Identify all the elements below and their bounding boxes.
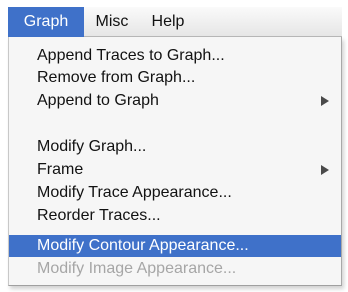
menu-item-reorder-traces[interactable]: Reorder Traces...: [9, 205, 341, 227]
menu-item-modify-contour-appearance[interactable]: Modify Contour Appearance...: [9, 235, 341, 257]
menu-graph[interactable]: Graph: [8, 7, 84, 37]
menu-item-frame[interactable]: Frame: [9, 159, 341, 181]
menu-item-append-traces[interactable]: Append Traces to Graph...: [9, 45, 341, 67]
menu-item-label: Modify Graph...: [37, 138, 147, 155]
graph-dropdown-menu: Append Traces to Graph... Remove from Gr…: [8, 37, 342, 286]
menu-item-modify-image-appearance: Modify Image Appearance...: [9, 258, 341, 280]
menu-help[interactable]: Help: [140, 7, 196, 37]
menu-item-label: Modify Contour Appearance...: [37, 237, 249, 254]
menu-item-label: Remove from Graph...: [37, 69, 196, 86]
menu-item-label: Modify Image Appearance...: [37, 260, 237, 277]
menu-item-modify-graph[interactable]: Modify Graph...: [9, 136, 341, 158]
submenu-arrow-icon: [321, 96, 329, 106]
menu-item-label: Append Traces to Graph...: [37, 47, 225, 64]
menu-misc[interactable]: Misc: [84, 7, 140, 37]
menu-bar: Graph Misc Help: [8, 7, 342, 37]
menu-item-label: Modify Trace Appearance...: [37, 184, 232, 201]
menu-item-label: Reorder Traces...: [37, 207, 161, 224]
submenu-arrow-icon: [321, 165, 329, 175]
menu-item-modify-trace-appearance[interactable]: Modify Trace Appearance...: [9, 182, 341, 204]
menu-item-append-to-graph[interactable]: Append to Graph: [9, 90, 341, 112]
menu-item-remove-from-graph[interactable]: Remove from Graph...: [9, 67, 341, 89]
menu-item-label: Append to Graph: [37, 92, 159, 109]
menu-item-label: Frame: [37, 161, 84, 178]
